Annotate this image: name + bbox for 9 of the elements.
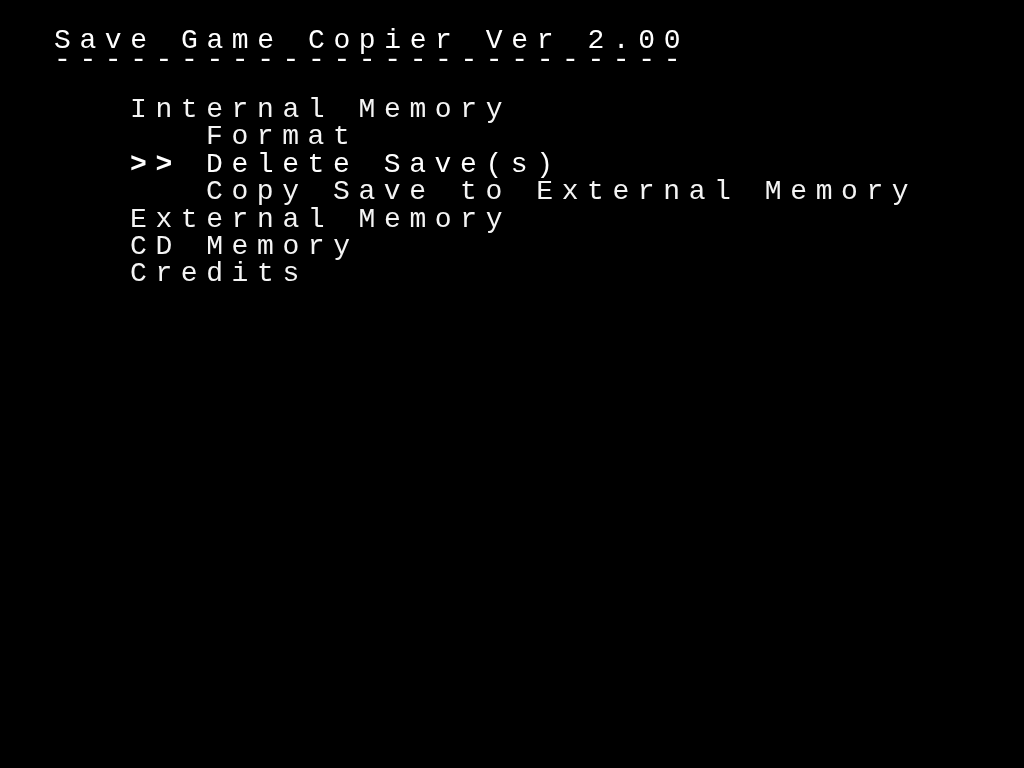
menu-item[interactable]: Copy Save to External Memory (206, 178, 918, 206)
menu-item[interactable]: Format (206, 123, 359, 151)
selection-cursor: >> (130, 148, 181, 180)
menu-item[interactable]: CD Memory (130, 232, 359, 261)
menu-item[interactable]: External Memory (130, 205, 512, 233)
menu-item[interactable]: Delete Save(s) (206, 150, 562, 179)
menu-item[interactable]: Internal Memory (130, 96, 512, 124)
menu-item[interactable]: Credits (130, 260, 308, 288)
screen-title: Save Game Copier Ver 2.00 (54, 24, 690, 58)
